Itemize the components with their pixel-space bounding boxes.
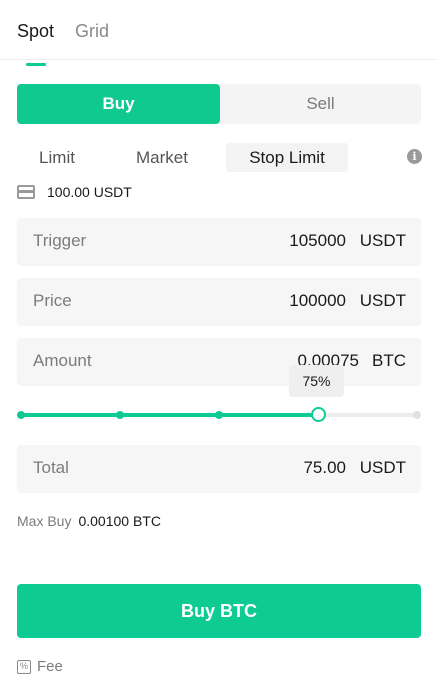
total-label: Total [33, 458, 69, 477]
buy-tab[interactable]: Buy [17, 84, 220, 124]
trigger-label: Trigger [33, 231, 87, 250]
order-type-stop-limit[interactable]: Stop Limit [226, 143, 348, 172]
trigger-price-field[interactable]: Trigger 105000 USDT [17, 218, 421, 266]
fee-label: Fee [37, 658, 63, 675]
info-icon[interactable]: i [407, 149, 422, 164]
trigger-unit: USDT [359, 231, 406, 250]
price-unit: USDT [359, 291, 406, 310]
total-field[interactable]: Total 75.00 USDT [17, 445, 421, 493]
sell-tab[interactable]: Sell [220, 84, 421, 124]
balance-value: 100.00 USDT [47, 184, 132, 200]
percent-icon: % [17, 660, 31, 674]
max-buy-value: 0.00100 BTC [78, 513, 161, 529]
slider-thumb[interactable] [310, 407, 326, 422]
buy-sell-toggle: Buy Sell [17, 84, 421, 124]
slider-mark-50[interactable] [215, 411, 223, 419]
price-label: Price [33, 291, 72, 310]
trigger-value[interactable]: 105000 [289, 231, 346, 251]
slider-mark-100[interactable] [413, 411, 421, 419]
tab-grid[interactable]: Grid [75, 20, 109, 42]
order-type-limit[interactable]: Limit [23, 143, 91, 172]
tab-active-indicator [26, 63, 46, 66]
price-value[interactable]: 100000 [289, 291, 346, 311]
price-field[interactable]: Price 100000 USDT [17, 278, 421, 326]
amount-unit: BTC [372, 351, 406, 370]
total-value[interactable]: 75.00 [303, 458, 346, 478]
amount-field[interactable]: Amount 0.00075 BTC [17, 338, 421, 386]
slider-tooltip: 75% [289, 365, 344, 397]
wallet-icon [17, 185, 35, 199]
top-tab-bar: Spot Grid [0, 0, 437, 60]
slider-fill [21, 413, 318, 417]
amount-percent-slider[interactable] [17, 404, 421, 426]
slider-mark-25[interactable] [116, 411, 124, 419]
total-unit: USDT [359, 458, 406, 477]
tab-spot[interactable]: Spot [17, 20, 54, 42]
max-buy-row: Max Buy 0.00100 BTC [17, 513, 161, 529]
amount-label: Amount [33, 351, 92, 370]
order-type-market[interactable]: Market [122, 143, 202, 172]
max-buy-label: Max Buy [17, 513, 72, 529]
slider-mark-0[interactable] [17, 411, 25, 419]
buy-btc-button[interactable]: Buy BTC [17, 584, 421, 638]
